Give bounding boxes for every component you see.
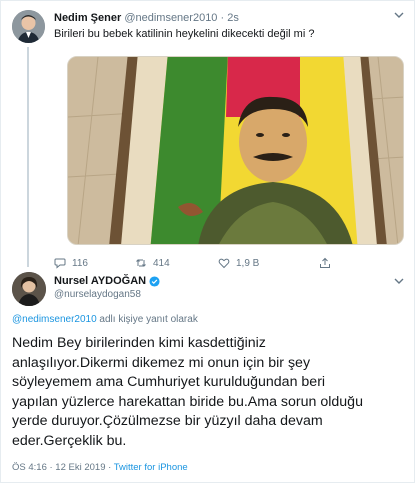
tweet-metadata: ÖS 4:16 · 12 Eki 2019 · Twitter for iPho… <box>12 462 188 473</box>
thread-connector-line <box>27 47 29 267</box>
reply-action[interactable]: 116 <box>54 257 88 269</box>
reply-count: 116 <box>72 257 88 269</box>
author-handle[interactable]: @nedimsener2010 <box>124 12 217 24</box>
tweet-media-image[interactable] <box>67 56 404 245</box>
original-tweet-header: Nedim Şener @nedimsener2010 · 2s <box>54 12 239 24</box>
reply-icon <box>54 258 66 269</box>
replying-to-suffix: adlı kişiye yanıt olarak <box>96 314 198 325</box>
reply-author-name[interactable]: Nursel AYDOĞAN <box>54 275 146 287</box>
tweet-time[interactable]: 2s <box>227 12 239 24</box>
like-action[interactable]: 1,9 B <box>218 257 259 269</box>
retweet-count: 414 <box>153 257 170 269</box>
retweet-icon <box>136 259 146 267</box>
avatar-nursel-aydogan[interactable] <box>12 272 46 306</box>
separator-dot: · <box>220 12 225 24</box>
tweet-source-link[interactable]: Twitter for iPhone <box>114 462 188 473</box>
reply-author-handle[interactable]: @nurselaydogan58 <box>54 289 141 300</box>
heart-icon <box>218 258 230 269</box>
chevron-down-icon[interactable] <box>394 10 404 23</box>
original-tweet-text: Birileri bu bebek katilinin heykelini di… <box>54 28 315 40</box>
avatar-nedim-sener[interactable] <box>12 10 45 43</box>
chevron-down-icon[interactable] <box>394 276 404 289</box>
share-icon <box>320 257 330 268</box>
verified-badge-icon <box>149 275 160 287</box>
author-name[interactable]: Nedim Şener <box>54 12 121 24</box>
share-action[interactable] <box>319 257 331 269</box>
reply-tweet-text: Nedim Bey birilerinden kimi kasdettiğini… <box>12 335 363 449</box>
replying-to-line: @nedimsener2010 adlı kişiye yanıt olarak <box>12 314 198 325</box>
tweet-timestamp[interactable]: ÖS 4:16 · 12 Eki 2019 · <box>12 462 114 473</box>
like-count: 1,9 B <box>236 257 260 269</box>
retweet-action[interactable]: 414 <box>135 257 170 269</box>
replying-to-link[interactable]: @nedimsener2010 <box>12 314 97 325</box>
reply-author-name-row[interactable]: Nursel AYDOĞAN <box>54 275 160 287</box>
